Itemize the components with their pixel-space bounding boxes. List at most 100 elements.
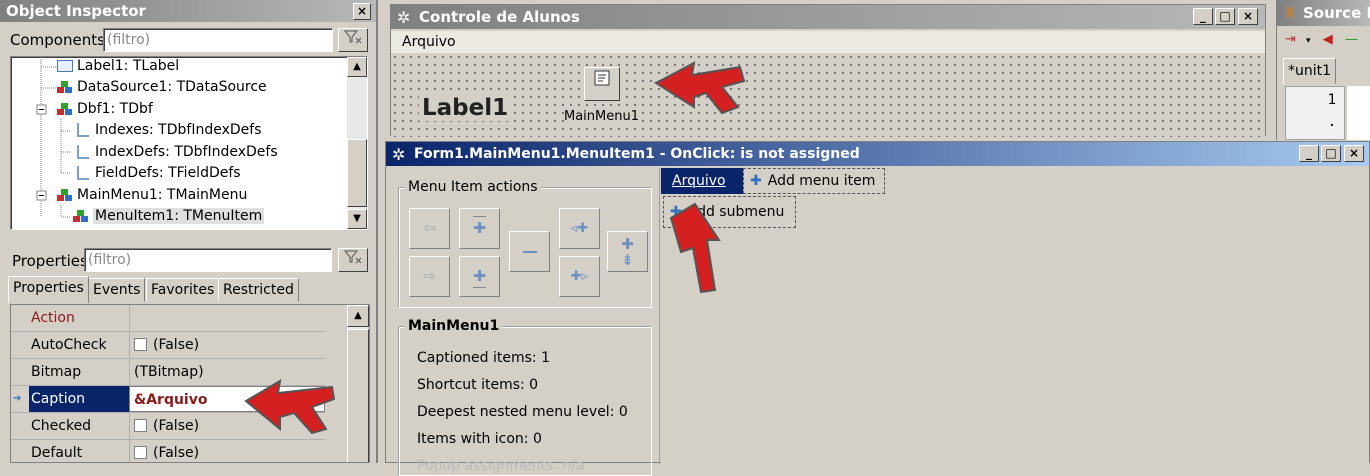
tree-item-text: MainMenu1: TMainMenu — [77, 187, 248, 203]
checkbox[interactable] — [134, 418, 147, 432]
arrow-up-icon: ▲ — [353, 61, 361, 72]
mainmenu-component[interactable] — [584, 67, 620, 101]
insert-left-button[interactable]: ◃✚ — [559, 208, 600, 249]
close-button[interactable]: × — [353, 3, 371, 20]
insert-above-button[interactable]: ✚ — [459, 208, 500, 249]
menu-editor-title-bar: ✲ Form1.MainMenu1.MenuItem1 - OnClick: is… — [386, 142, 1369, 166]
line-marker: · — [1327, 118, 1336, 134]
form-title-bar: ✲ Controle de Alunos — [391, 5, 1265, 29]
checkbox[interactable] — [134, 337, 147, 351]
form-label1[interactable]: Label1 — [419, 95, 512, 121]
tree-item-fielddefs[interactable]: FieldDefs: TFieldDefs — [77, 163, 241, 184]
code-gutter: 1 · — [1285, 86, 1345, 140]
component-tree[interactable]: Label1: TLabel DataSource1: TDataSource … — [10, 56, 368, 230]
checkbox[interactable] — [134, 445, 147, 459]
form-window: ✲ Controle de Alunos _ □ × Arquivo Label1… — [390, 4, 1266, 137]
stat-captioned-items: Captioned items: 1 — [417, 350, 551, 366]
tab-events[interactable]: Events — [88, 278, 146, 302]
minus-icon — [522, 250, 537, 253]
tree-item-mainmenu1[interactable]: MainMenu1: TMainMenu — [57, 185, 247, 206]
property-row-action[interactable]: Action — [11, 305, 325, 332]
menu-item-arquivo[interactable]: Arquivo — [661, 168, 743, 194]
tab-unit1[interactable]: *unit1 — [1283, 58, 1337, 84]
property-row-autocheck[interactable]: AutoCheck (False) — [11, 332, 325, 359]
object-inspector: Object Inspector × Components (filtro) L… — [0, 0, 378, 463]
clear-filter-button[interactable] — [338, 28, 368, 52]
plus-left-icon: ◃✚ — [570, 221, 589, 236]
tree-item-indexes[interactable]: Indexes: TDbfIndexDefs — [77, 120, 262, 141]
mainmenu-stats-group: MainMenu1 Captioned items: 1 Shortcut it… — [398, 317, 652, 476]
tree-item-text: FieldDefs: TFieldDefs — [95, 165, 241, 181]
clear-properties-filter-button[interactable] — [338, 248, 368, 272]
property-name: AutoCheck — [31, 337, 107, 353]
scroll-down-button[interactable]: ▼ — [347, 209, 367, 229]
stat-popup-assignments: Popup assignments: n/a — [417, 458, 585, 474]
property-value[interactable] — [129, 305, 325, 331]
jump-icon[interactable]: ⇥ — [1285, 32, 1296, 47]
tree-scrollbar[interactable]: ▲ ▼ — [347, 57, 367, 229]
close-icon: × — [1348, 146, 1360, 160]
scroll-up-button[interactable]: ▲ — [347, 305, 369, 327]
red-arrow-caption — [244, 379, 336, 435]
minimize-button[interactable]: _ — [1299, 145, 1319, 162]
delete-item-button[interactable] — [509, 231, 550, 272]
scroll-up-button[interactable]: ▲ — [347, 57, 367, 77]
menu-design-area[interactable]: Arquivo ✚ Add menu item ✚ Add submenu — [661, 168, 1369, 464]
tree-item-text: Label1: TLabel — [77, 58, 180, 74]
inspector-tabs: Properties Events Favorites Restricted — [8, 276, 368, 304]
components-filter-input[interactable]: (filtro) — [103, 28, 333, 52]
tree-item-label1[interactable]: Label1: TLabel — [57, 57, 180, 77]
forward-icon[interactable]: — — [1345, 32, 1358, 47]
back-icon[interactable]: ◀ — [1323, 32, 1333, 47]
add-menu-item-button[interactable]: ✚ Add menu item — [743, 168, 885, 194]
clear-filter-icon — [343, 250, 362, 264]
maximize-button[interactable]: □ — [1215, 8, 1235, 25]
tab-properties[interactable]: Properties — [8, 276, 89, 303]
plus-submenu-icon: ✚ ⇟ — [621, 235, 634, 269]
arrow-up-icon: ▲ — [354, 310, 362, 321]
row-indicator-icon: ➔ — [13, 393, 22, 404]
design-surface[interactable]: Label1 MainMenu1 — [391, 53, 1265, 137]
close-button[interactable]: × — [1238, 8, 1258, 25]
tree-item-text: DataSource1: TDataSource — [77, 79, 267, 95]
form-menu-bar: Arquivo — [391, 31, 1265, 53]
actions-panel: Menu Item actions ⇦ ✚ ⇨ ✚ ◃✚ ✚▹ ✚ ⇟ MainM… — [390, 168, 660, 476]
tree-item-indexdefs[interactable]: IndexDefs: TDbfIndexDefs — [77, 142, 278, 163]
source-editor-title-text: Source E — [1303, 4, 1370, 22]
scroll-thumb[interactable] — [347, 329, 369, 462]
insert-right-button[interactable]: ✚▹ — [559, 256, 600, 297]
mainmenu-caption: MainMenu1 — [564, 109, 639, 124]
code-area[interactable] — [1347, 86, 1370, 140]
line-number: 1 — [1327, 92, 1336, 108]
minimize-icon: _ — [1200, 9, 1206, 23]
minimize-button[interactable]: _ — [1193, 8, 1213, 25]
plus-icon: ✚ — [750, 173, 762, 189]
object-inspector-title-text: Object Inspector — [6, 2, 146, 20]
insert-below-button[interactable]: ✚ — [459, 256, 500, 297]
property-value[interactable]: (False) — [129, 332, 325, 358]
add-submenu-button[interactable]: ✚ ⇟ — [607, 231, 648, 272]
property-name: Caption — [29, 386, 129, 412]
close-icon: × — [1242, 9, 1254, 23]
property-row-default[interactable]: Default (False) — [11, 440, 325, 462]
move-left-button[interactable]: ⇦ — [409, 208, 450, 249]
tree-item-menuitem1[interactable]: MenuItem1: TMenuItem — [73, 206, 265, 227]
tree-item-datasource1[interactable]: DataSource1: TDataSource — [57, 77, 267, 98]
tab-favorites[interactable]: Favorites — [146, 278, 220, 302]
collection-icon — [77, 123, 89, 137]
property-scrollbar[interactable]: ▲ — [347, 305, 369, 462]
scroll-thumb[interactable] — [347, 139, 367, 207]
property-name: Bitmap — [31, 364, 82, 380]
property-value[interactable]: (False) — [129, 440, 325, 462]
tree-item-dbf1[interactable]: Dbf1: TDbf — [57, 99, 153, 120]
maximize-button[interactable]: □ — [1321, 145, 1341, 162]
tab-restricted[interactable]: Restricted — [218, 278, 299, 302]
close-icon: × — [356, 4, 368, 18]
menu-item-arquivo[interactable]: Arquivo — [402, 34, 456, 50]
move-right-button[interactable]: ⇨ — [409, 256, 450, 297]
menu-item-actions-group: Menu Item actions ⇦ ✚ ⇨ ✚ ◃✚ ✚▹ ✚ ⇟ — [398, 178, 652, 308]
dropdown-icon[interactable]: ▾ — [1306, 36, 1311, 46]
close-button[interactable]: × — [1344, 145, 1364, 162]
properties-filter-input[interactable]: (filtro) — [84, 248, 332, 272]
lazarus-icon: ✲ — [392, 145, 406, 164]
